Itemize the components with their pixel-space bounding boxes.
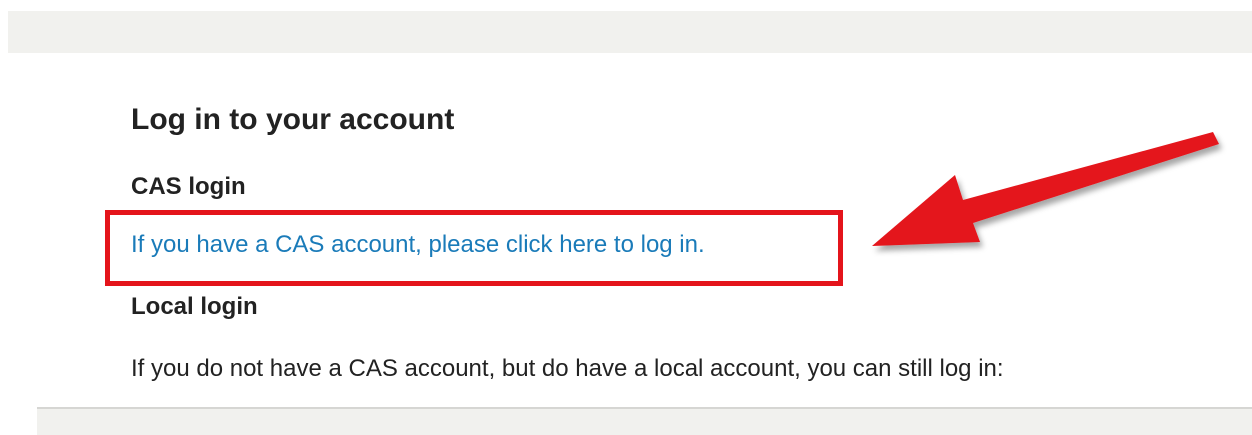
red-arrow-icon [872,132,1219,246]
cas-login-heading: CAS login [131,173,246,200]
header-band [8,11,1252,53]
footer-band [37,407,1252,435]
local-login-description: If you do not have a CAS account, but do… [131,355,1004,382]
cas-login-link[interactable]: If you have a CAS account, please click … [131,230,705,260]
login-page: Log in to your account CAS login If you … [0,0,1252,435]
page-title: Log in to your account [131,103,455,136]
local-login-heading: Local login [131,293,258,320]
